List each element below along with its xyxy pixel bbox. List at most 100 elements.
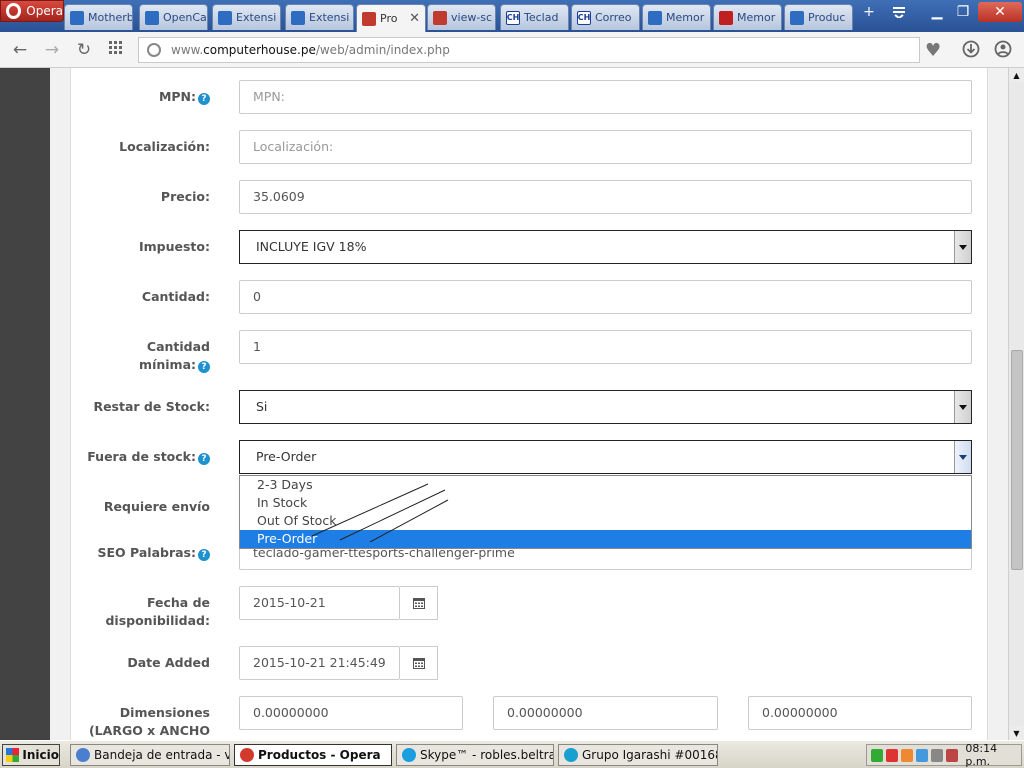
browser-tab[interactable]: Motherb [64,4,133,30]
opera-menu-button[interactable]: Opera [0,0,64,22]
date-available-label-line1: Fecha de [146,595,210,610]
task-opera[interactable]: Productos - Opera [234,744,392,766]
help-icon[interactable]: ? [198,361,210,373]
close-window-button[interactable]: ✕ [978,2,1022,22]
browser-tab[interactable]: Memor [713,4,782,30]
browser-tab[interactable]: CH Teclad [500,4,569,30]
start-label: Inicio [22,748,59,762]
task-label: Bandeja de entrada - vent... [94,748,229,762]
help-icon[interactable]: ? [198,549,210,561]
subtract-stock-label: Restar de Stock: [93,399,210,414]
browser-tab[interactable]: view-sc [427,4,496,30]
bookmark-heart-icon[interactable]: ♥ [925,40,941,61]
mpn-input[interactable]: MPN: [239,80,972,114]
forward-arrow-icon[interactable]: → [42,40,62,60]
min-quantity-label-line1: Cantidad [146,339,210,354]
task-skype[interactable]: Skype™ - robles.beltran [396,744,554,766]
tray-icon[interactable] [886,748,899,762]
dimensions-label: Dimensiones (LARGO x ANCHO x [80,704,210,740]
chevron-down-icon[interactable] [954,441,971,473]
min-quantity-label: Cantidad mínima:? [80,338,210,374]
tab-label: Pro [380,12,398,25]
download-icon[interactable] [961,40,981,60]
browser-tab[interactable]: Pro ✕ [356,4,426,32]
calendar-icon[interactable] [400,586,438,620]
url-field[interactable]: www. computerhouse.pe/web/admin/index.php [138,37,920,63]
tab-label: Extensi [309,11,350,24]
date-available-input[interactable]: 2015-10-21 [239,586,400,620]
opera-logo-icon [6,3,22,19]
task-group-chat[interactable]: Grupo Igarashi #001688... [558,744,718,766]
tab-favicon-icon [218,10,232,25]
scroll-up-arrow-icon[interactable]: ▲ [1009,68,1024,82]
back-arrow-icon[interactable]: ← [10,40,30,60]
browser-tab[interactable]: CH Correo [571,4,640,30]
tab-label: Teclad [524,11,559,24]
tab-favicon-icon [362,11,376,26]
tray-icon[interactable] [916,748,929,762]
calendar-icon[interactable] [400,646,438,680]
min-quantity-input[interactable]: 1 [239,330,972,364]
help-icon[interactable]: ? [198,93,210,105]
browser-tab[interactable]: Produc [784,4,853,30]
tray-icon[interactable] [871,748,884,762]
dimensions-label-line2: (LARGO x ANCHO x [88,723,210,738]
tray-icon[interactable] [901,748,914,762]
location-input[interactable]: Localización: [239,130,972,164]
chevron-down-icon[interactable] [954,391,971,423]
network-icon[interactable] [946,748,959,762]
chevron-down-icon[interactable] [954,231,971,263]
tax-select[interactable]: INCLUYE IGV 18% [239,230,972,264]
mail-client-icon [76,748,90,762]
new-tab-button[interactable]: + [856,2,882,22]
tab-label: Correo [595,11,632,24]
site-info-icon[interactable] [147,43,161,57]
tab-label: Memor [666,11,705,24]
speaker-icon[interactable] [931,748,944,762]
browser-tab[interactable]: OpenCa [139,4,208,30]
account-icon[interactable] [993,40,1013,60]
scrollbar-thumb[interactable] [1011,350,1023,570]
tab-menu-icon[interactable] [886,2,912,22]
tab-favicon-icon [648,10,662,25]
dimension-length-input[interactable]: 0.00000000 [239,696,463,730]
start-button[interactable]: Inicio [2,744,60,766]
vertical-scrollbar[interactable]: ▲ ▼ [1008,68,1024,740]
tab-label: Motherb [88,11,133,24]
out-of-stock-select[interactable]: Pre-Order [239,440,972,474]
page-viewport: MPN:? MPN: Localización: Localización: P… [0,68,1008,740]
date-added-label: Date Added [127,655,210,670]
close-tab-icon[interactable]: ✕ [409,11,420,26]
scroll-down-arrow-icon[interactable]: ▼ [1009,726,1024,740]
price-label: Precio: [160,189,210,204]
browser-tab[interactable]: Extensi [212,4,281,30]
help-icon[interactable]: ? [198,453,210,465]
clock[interactable]: 08:14 p.m. [965,742,1021,768]
dimension-height-input[interactable]: 0.00000000 [748,696,972,730]
minimize-button[interactable]: ▁ [924,2,950,22]
tab-label: Produc [808,11,846,24]
reload-icon[interactable]: ↻ [74,40,94,60]
system-tray: 08:14 p.m. [866,742,1022,768]
tab-favicon-icon [790,10,804,25]
task-label: Grupo Igarashi #001688... [582,748,717,762]
seo-keyword-label: SEO Palabras:? [80,544,210,562]
dimension-width-input[interactable]: 0.00000000 [493,696,718,730]
opera-icon [240,748,254,762]
quantity-input[interactable]: 0 [239,280,972,314]
tab-favicon-icon [70,10,84,25]
date-available-label: Fecha de disponibilidad: [80,594,210,630]
task-outlook[interactable]: Bandeja de entrada - vent... [70,744,230,766]
speed-dial-grid-icon[interactable] [106,40,126,60]
maximize-button[interactable]: ❐ [950,2,976,22]
windows-taskbar: Inicio Bandeja de entrada - vent... Prod… [0,740,1024,768]
url-host: computerhouse.pe [203,43,316,57]
date-added-input[interactable]: 2015-10-21 21:45:49 [239,646,400,680]
browser-tab[interactable]: Memor [642,4,711,30]
location-label: Localización: [119,139,210,154]
date-available-label-line2: disponibilidad: [105,613,210,628]
subtract-stock-select[interactable]: Si [239,390,972,424]
price-input[interactable]: 35.0609 [239,180,972,214]
browser-tab[interactable]: Extensi [285,4,354,30]
out-of-stock-options-list[interactable]: 2-3 Days In Stock Out Of Stock Pre-Order [239,475,972,549]
